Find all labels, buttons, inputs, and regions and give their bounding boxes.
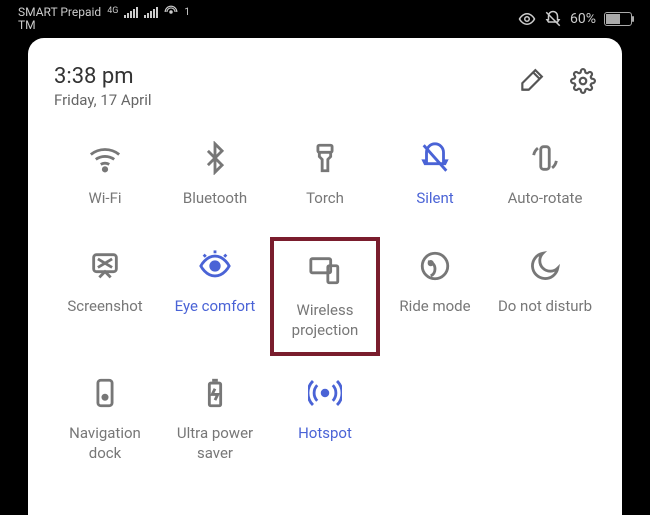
- gear-icon[interactable]: [570, 68, 596, 94]
- signal-1-icon: [124, 6, 138, 18]
- clock-time: 3:38 pm: [54, 64, 152, 89]
- tile-hotspot[interactable]: Hotspot: [270, 364, 380, 475]
- edit-icon[interactable]: [518, 68, 544, 94]
- tile-label: Navigation dock: [52, 424, 158, 463]
- tiles-grid: Wi-Fi Bluetooth Torch Silent Auto-rotate: [50, 129, 600, 475]
- clock-date: Friday, 17 April: [54, 91, 152, 109]
- battery-saver-icon: [198, 376, 232, 410]
- autorotate-icon: [528, 141, 562, 175]
- wifi-icon: [88, 141, 122, 175]
- signal-2-icon: [144, 6, 158, 18]
- torch-icon: [308, 141, 342, 175]
- tile-label: Torch: [306, 189, 344, 209]
- carrier-1: SMART Prepaid: [18, 6, 101, 19]
- tile-bluetooth[interactable]: Bluetooth: [160, 129, 270, 229]
- status-left: SMART Prepaid 4G 1 TM: [18, 5, 190, 32]
- tile-autorotate[interactable]: Auto-rotate: [490, 129, 600, 229]
- ridemode-icon: [418, 249, 452, 283]
- wireless-projection-icon: [308, 253, 342, 287]
- tile-label: Eye comfort: [175, 297, 256, 317]
- bluetooth-icon: [198, 141, 232, 175]
- hotspot-icon: [308, 376, 342, 410]
- tile-wireless-projection[interactable]: Wireless projection: [270, 237, 380, 356]
- moon-icon: [528, 249, 562, 283]
- navdock-icon: [88, 376, 122, 410]
- tile-ridemode[interactable]: Ride mode: [380, 237, 490, 356]
- tile-wifi[interactable]: Wi-Fi: [50, 129, 160, 229]
- quick-settings-panel: 3:38 pm Friday, 17 April Wi-Fi Bluetooth…: [28, 38, 622, 515]
- tile-label: Wi-Fi: [88, 189, 121, 209]
- tile-label: Bluetooth: [183, 189, 247, 209]
- time-block[interactable]: 3:38 pm Friday, 17 April: [54, 64, 152, 109]
- silent-status-icon: [544, 10, 562, 28]
- silent-icon: [418, 141, 452, 175]
- eye-status-icon: [518, 10, 536, 28]
- eye-icon: [198, 249, 232, 283]
- tile-label: Silent: [416, 189, 453, 209]
- tile-navdock[interactable]: Navigation dock: [50, 364, 160, 475]
- hotspot-status-icon: [164, 5, 178, 19]
- tile-silent[interactable]: Silent: [380, 129, 490, 229]
- status-bar: SMART Prepaid 4G 1 TM 60%: [0, 0, 650, 38]
- tile-torch[interactable]: Torch: [270, 129, 380, 229]
- tile-label: Ultra power saver: [162, 424, 268, 463]
- tile-screenshot[interactable]: Screenshot: [50, 237, 160, 356]
- hotspot-clients: 1: [184, 7, 190, 18]
- tile-label: Hotspot: [298, 424, 352, 444]
- panel-header: 3:38 pm Friday, 17 April: [50, 64, 600, 109]
- status-right: 60%: [518, 10, 632, 28]
- tile-label: Wireless projection: [276, 301, 374, 340]
- header-actions: [518, 64, 596, 94]
- net-badge: 4G: [107, 7, 118, 17]
- tile-dnd[interactable]: Do not disturb: [490, 237, 600, 356]
- battery-percent: 60%: [570, 11, 596, 27]
- tile-label: Ride mode: [399, 297, 470, 317]
- screenshot-icon: [88, 249, 122, 283]
- tile-label: Auto-rotate: [508, 189, 583, 209]
- carrier-2: TM: [18, 19, 190, 32]
- tile-ultrapower[interactable]: Ultra power saver: [160, 364, 270, 475]
- tile-label: Do not disturb: [498, 297, 592, 317]
- battery-icon: [604, 12, 632, 26]
- tile-eyecomfort[interactable]: Eye comfort: [160, 237, 270, 356]
- tile-label: Screenshot: [67, 297, 142, 317]
